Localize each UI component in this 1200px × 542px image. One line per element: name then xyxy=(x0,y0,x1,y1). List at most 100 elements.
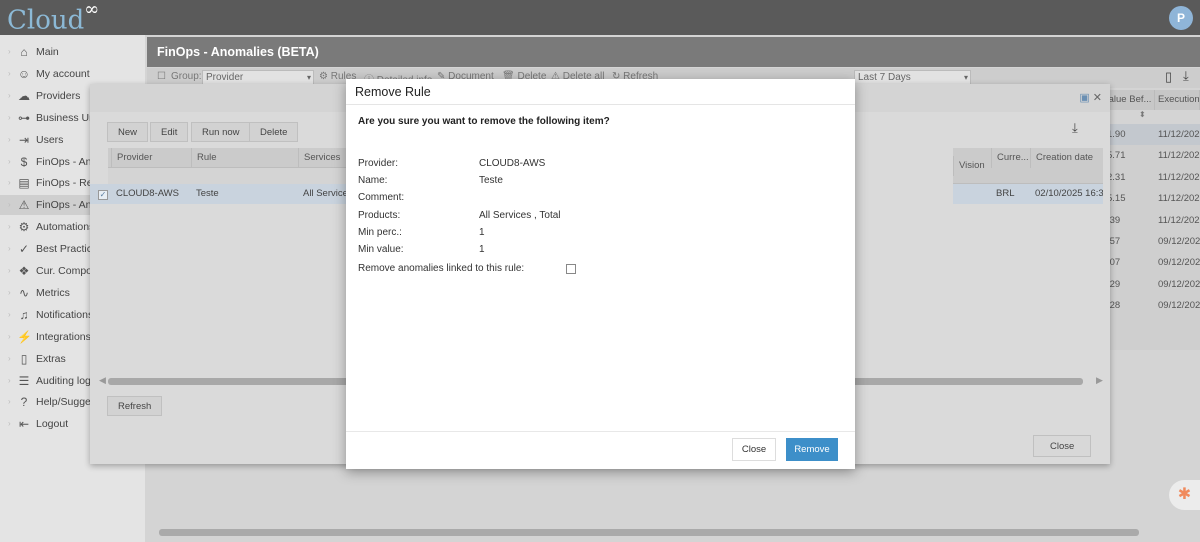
period-select-value: Last 7 Days xyxy=(858,72,911,83)
cloud-icon: ☁ xyxy=(18,88,30,103)
list-icon: ☰ xyxy=(18,373,30,388)
column-header-execution-date[interactable]: Execution d... xyxy=(1155,90,1200,110)
scroll-left-icon[interactable]: ◀ xyxy=(99,375,106,386)
chevron-right-icon: › xyxy=(8,244,11,254)
field-value: CLOUD8-AWS xyxy=(479,158,546,169)
modal-title: Remove Rule xyxy=(346,79,855,105)
column-header-creation-date[interactable]: Creation date xyxy=(1030,148,1103,168)
table-row-right[interactable]: BRL 02/10/2025 16:34 xyxy=(953,184,1103,204)
delete-rule-button[interactable]: Delete xyxy=(249,122,299,142)
table-row[interactable]: .57 09/12/202 xyxy=(1103,231,1200,252)
chevron-right-icon: › xyxy=(8,156,11,166)
table-row[interactable]: 1.90 11/12/202 xyxy=(1103,124,1200,145)
chevron-right-icon: › xyxy=(8,90,11,100)
group-select-value: Provider xyxy=(206,72,244,83)
chevron-right-icon: › xyxy=(8,375,11,385)
main-scrollbar[interactable] xyxy=(159,529,1139,536)
table-row[interactable]: .39 11/12/202 xyxy=(1103,210,1200,231)
rules-icon: ⚙ xyxy=(319,71,331,82)
table-row[interactable]: 5.15 11/12/202 xyxy=(1103,188,1200,209)
chevron-right-icon: › xyxy=(8,287,11,297)
chevron-right-icon: › xyxy=(8,178,11,188)
row-checkbox[interactable]: ✓ xyxy=(98,190,108,200)
login-icon: ⇥ xyxy=(18,132,30,147)
download-icon[interactable]: ⤓ xyxy=(1183,68,1189,84)
refresh-rules-button[interactable]: Refresh xyxy=(107,396,163,416)
sidebar-item-my-account[interactable]: › ☺ My account xyxy=(0,64,145,84)
chevron-down-icon: ▾ xyxy=(963,73,968,82)
remove-button[interactable]: Remove xyxy=(786,438,838,461)
run-now-button[interactable]: Run now xyxy=(191,122,251,142)
group-select[interactable]: Provider ▾ xyxy=(202,70,314,85)
group-checkbox[interactable]: ☐ xyxy=(157,71,166,82)
edit-rule-button[interactable]: Edit xyxy=(150,122,189,142)
hubspot-chat-icon[interactable]: ✱ xyxy=(1169,480,1200,510)
avatar[interactable]: P xyxy=(1169,6,1193,30)
maximize-icon[interactable]: ▣ xyxy=(1079,92,1089,104)
field-value: All Services , Total xyxy=(479,209,561,221)
field-value: 1 xyxy=(479,226,485,238)
app-logo[interactable]: Cloud∞ xyxy=(7,0,99,36)
dollar-icon: $ xyxy=(20,154,28,169)
sort-spinner-icon[interactable]: ⬍ xyxy=(1139,110,1146,119)
book-icon: ▯ xyxy=(20,351,28,366)
field-value: 1 xyxy=(479,244,485,255)
warning-icon: ⚠ xyxy=(18,198,30,213)
cell-execution-date: 11/12/202 xyxy=(1158,193,1200,205)
column-header-services[interactable]: Services xyxy=(298,148,348,168)
rules-grid-header-right: Vision Curre... Creation date xyxy=(953,148,1103,184)
column-header-vision[interactable]: Vision xyxy=(953,156,991,176)
scroll-right-icon[interactable]: ▶ xyxy=(1096,375,1103,386)
sidebar-item-label: Auditing logs xyxy=(36,374,97,387)
table-row[interactable]: .29 09/12/202 xyxy=(1103,274,1200,295)
sidebar-item-label: Automations xyxy=(36,221,95,234)
close-button[interactable]: Close xyxy=(732,438,776,461)
table-row[interactable]: .28 09/12/202 xyxy=(1103,295,1200,316)
download-icon[interactable]: ⤓ xyxy=(1072,120,1086,135)
filter-row: ⬍ xyxy=(1103,110,1200,124)
column-header-value-before[interactable]: Value Bef... xyxy=(1103,90,1155,110)
report-icon: ▤ xyxy=(18,176,30,191)
sidebar-item-label: Extras xyxy=(36,352,66,365)
sidebar-item-label: My account xyxy=(36,67,90,80)
remove-linked-checkbox[interactable] xyxy=(566,264,576,274)
new-rule-button[interactable]: New xyxy=(107,122,149,142)
table-row[interactable]: CLOUD8-AWS Teste All Services xyxy=(90,184,348,204)
close-icon[interactable]: ✕ xyxy=(1093,92,1102,104)
sidebar-item-label: Cur. Compon xyxy=(36,265,98,277)
chevron-down-icon: ▾ xyxy=(306,73,311,82)
help-icon: ? xyxy=(20,395,28,410)
chevron-right-icon: › xyxy=(8,397,11,407)
cell-execution-date: 11/12/202 xyxy=(1158,171,1200,183)
chevron-right-icon: › xyxy=(8,419,11,429)
column-header-currency[interactable]: Curre... xyxy=(991,148,1030,168)
sidebar-item-label: FinOps - Ano xyxy=(36,199,98,212)
check-icon: ✓ xyxy=(18,242,30,257)
remove-rule-modal: Remove Rule Are you sure you want to rem… xyxy=(346,79,855,469)
field-value: Teste xyxy=(479,175,503,187)
rules-filter-row[interactable] xyxy=(108,168,348,184)
chevron-right-icon: › xyxy=(8,266,11,275)
sidebar-item-label: Help/Sugges xyxy=(36,396,97,409)
cell-execution-date: 09/12/202 xyxy=(1158,236,1200,247)
sidebar-item-label: Main xyxy=(36,46,59,58)
period-select[interactable]: Last 7 Days ▾ xyxy=(854,70,971,85)
bell-icon: ♫ xyxy=(19,307,29,322)
chevron-right-icon: › xyxy=(8,353,11,363)
sidebar-item-main[interactable]: › ⌂ Main xyxy=(0,42,145,62)
chevron-right-icon: › xyxy=(8,309,11,319)
sitemap-icon: ⊶ xyxy=(18,110,30,125)
book-icon[interactable]: ▯ xyxy=(1165,69,1172,85)
sidebar-item-label: FinOps - Ana xyxy=(36,155,98,168)
table-row[interactable]: 5.71 11/12/202 xyxy=(1103,145,1200,166)
table-row[interactable]: 2.31 11/12/202 xyxy=(1103,167,1200,188)
column-header-rule[interactable]: Rule xyxy=(191,148,298,168)
sidebar-item-label: Integrations xyxy=(36,330,91,343)
column-header-provider[interactable]: Provider xyxy=(111,148,191,168)
sidebar-item-label: Providers xyxy=(36,89,81,102)
field-label: Products: xyxy=(358,209,401,221)
table-row[interactable]: .07 09/12/202 xyxy=(1103,252,1200,273)
components-icon: ❖ xyxy=(18,264,30,278)
close-rules-button[interactable]: Close xyxy=(1033,435,1092,457)
chart-icon: ∿ xyxy=(18,285,30,300)
